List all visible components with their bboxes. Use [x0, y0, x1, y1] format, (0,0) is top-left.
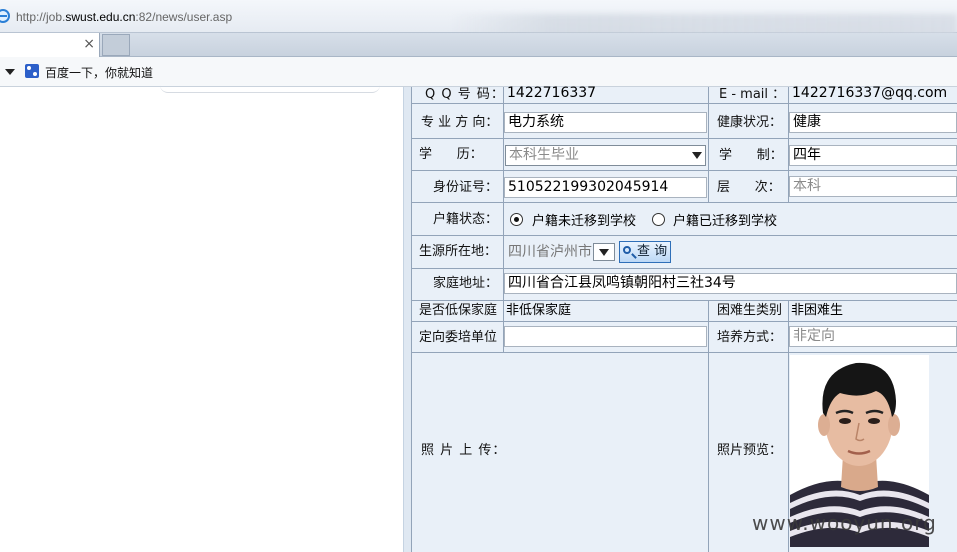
hukou-option-not-moved[interactable]: 户籍未迁移到学校 — [532, 214, 636, 230]
hardship-value: 非困难生 — [791, 303, 844, 318]
education-select-value: 本科生毕业 — [509, 147, 579, 163]
health-label: 健康状况： — [717, 115, 783, 130]
tab-strip: × — [0, 33, 957, 57]
level-label: 层 次： — [717, 180, 781, 195]
address-label: 家庭地址： — [433, 276, 499, 291]
id-field[interactable]: 510522199302045914 — [504, 177, 707, 198]
hukou-radio-moved[interactable] — [652, 213, 665, 226]
hukou-radio-not-moved[interactable] — [510, 213, 523, 226]
search-icon — [623, 246, 631, 254]
education-label: 学 历： — [419, 147, 483, 162]
browser-tab[interactable]: × — [0, 33, 100, 57]
lowincome-value: 非低保家庭 — [506, 303, 572, 318]
chevron-down-icon — [692, 152, 702, 159]
query-button[interactable]: 查 询 — [619, 241, 671, 263]
origin-select[interactable] — [593, 243, 615, 261]
address-bar: http://job.swust.edu.cn:82/news/user.asp — [0, 0, 957, 33]
education-select[interactable]: 本科生毕业 — [505, 145, 706, 166]
grid-line — [411, 268, 957, 269]
qq-field[interactable]: 1422716337 — [503, 83, 706, 104]
photo-upload-label: 照 片 上 传： — [421, 443, 507, 458]
baidu-icon — [25, 64, 39, 78]
training-label: 培养方式： — [717, 330, 783, 345]
new-tab-button[interactable] — [102, 34, 130, 56]
training-field[interactable]: 非定向 — [789, 326, 957, 347]
grid-line — [411, 235, 957, 236]
ie-page-icon — [0, 9, 10, 23]
hardship-label: 困难生类别 — [717, 303, 783, 318]
chevron-down-icon[interactable] — [5, 69, 15, 75]
watermark: www.wooyun.org — [752, 511, 937, 535]
qq-label: Q Q 号 码： — [425, 87, 505, 102]
grid-line — [411, 202, 957, 203]
origin-label: 生源所在地： — [419, 244, 498, 259]
major-field[interactable]: 电力系统 — [504, 112, 707, 133]
favorite-baidu-link[interactable]: 百度一下，你就知道 — [45, 64, 153, 81]
url-prefix: http://job. — [16, 10, 66, 24]
close-icon[interactable]: × — [83, 36, 95, 52]
directed-field[interactable] — [504, 326, 707, 347]
url-domain: swust.edu.cn — [65, 10, 136, 24]
content-border — [403, 87, 411, 552]
major-label: 专 业 方 向： — [421, 115, 499, 130]
lowincome-label: 是否低保家庭 — [419, 303, 498, 318]
hukou-option-moved[interactable]: 户籍已迁移到学校 — [673, 214, 777, 230]
user-info-form: Q Q 号 码： 1422716337 E - mail ： 142271633… — [411, 85, 957, 552]
origin-value: 四川省泸州市 — [508, 244, 592, 260]
hukou-label: 户籍状态： — [433, 212, 499, 227]
ghost-outline — [160, 84, 380, 93]
level-field[interactable]: 本科 — [789, 176, 957, 197]
url-path: :82/news/user.asp — [135, 10, 233, 24]
grid-line — [411, 87, 412, 552]
url-field[interactable]: http://job.swust.edu.cn:82/news/user.asp — [16, 10, 232, 24]
email-field[interactable]: 1422716337@qq.com — [788, 83, 957, 104]
health-field[interactable]: 健康 — [789, 112, 957, 133]
photo-upload-area[interactable] — [503, 353, 708, 552]
directed-label: 定向委培单位 — [419, 330, 498, 345]
grid-line — [411, 170, 957, 171]
duration-field[interactable]: 四年 — [789, 145, 957, 166]
email-label: E - mail ： — [719, 87, 786, 102]
grid-line — [708, 300, 709, 552]
address-field[interactable]: 四川省合江县凤鸣镇朝阳村三社34号 — [504, 273, 957, 294]
grid-line — [411, 321, 957, 322]
grid-line — [411, 138, 957, 139]
grid-line — [708, 87, 709, 202]
photo-preview-label: 照片预览： — [717, 443, 783, 458]
grid-line — [411, 300, 957, 301]
query-button-label: 查 询 — [637, 244, 668, 259]
id-label: 身份证号： — [433, 180, 499, 195]
duration-label: 学 制： — [719, 148, 783, 163]
